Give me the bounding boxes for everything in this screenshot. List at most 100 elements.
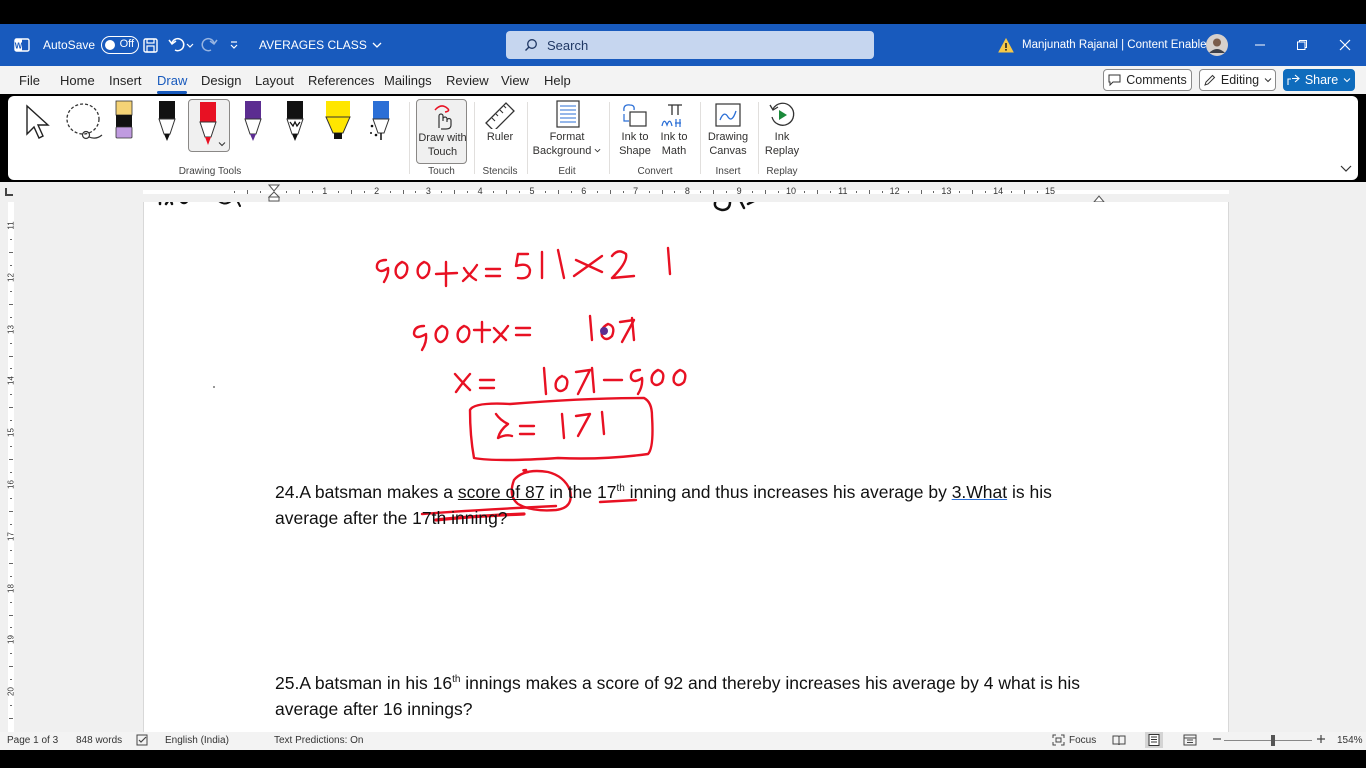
ruler-tick [933,191,935,193]
page-count[interactable]: Page 1 of 3 [7,735,58,746]
pen-galaxy[interactable] [368,100,392,147]
pencil-tool[interactable] [114,100,134,145]
ruler-tick [10,653,12,655]
document-title[interactable]: AVERAGES CLASS [259,24,382,66]
lasso-select-tool[interactable] [64,102,106,147]
ink-to-math-label-1: Ink to [660,131,688,143]
ruler-number: 7 [633,186,639,196]
warning-icon[interactable] [998,24,1014,66]
ink-line-1[interactable] [375,246,672,288]
pen-icon [199,102,217,145]
tab-review[interactable]: Review [446,73,489,88]
zoom-slider[interactable] [1224,740,1312,741]
vertical-ruler[interactable]: 11 12 13 14 15 16 17 18 19 20 [0,202,22,732]
pen-black-1[interactable] [156,100,178,147]
ruler-tick [247,190,249,194]
chevron-down-icon [1340,165,1352,172]
zoom-level[interactable]: 154% [1337,735,1363,746]
format-background-button[interactable]: Format Background [531,99,603,164]
tab-selector-icon[interactable] [5,188,13,196]
focus-mode-button[interactable]: Focus [1052,734,1096,746]
search-box[interactable]: Search [506,31,874,59]
tab-view[interactable]: View [501,73,529,88]
ruler-tick [1024,190,1026,194]
minimize-icon[interactable] [1254,24,1266,66]
ruler-button[interactable]: Ruler [478,99,522,164]
ruler-tick [10,446,12,448]
editing-mode-button[interactable]: Editing [1199,69,1276,91]
group-separator [474,102,475,174]
zoom-in-icon[interactable] [1316,733,1326,748]
avatar[interactable] [1206,24,1228,66]
ruler-number: 11 [838,186,848,196]
language[interactable]: English (India) [165,735,229,746]
ruler-tick [674,191,676,193]
ruler-tick [1037,191,1039,193]
close-icon[interactable] [1339,24,1351,66]
collapse-ribbon-button[interactable] [1340,160,1352,178]
ruler-tick [544,191,546,193]
customize-toolbar-icon[interactable] [229,24,239,66]
drawing-canvas-button[interactable]: Drawing Canvas [704,99,752,164]
share-button[interactable]: Share [1283,69,1355,91]
select-tool[interactable] [24,104,54,145]
ruler-tick [726,191,728,193]
tab-insert[interactable]: Insert [109,73,142,88]
draw-with-touch-button[interactable]: Draw with Touch [416,99,467,164]
ink-to-math-button[interactable]: Ink to Math [654,99,694,164]
tab-file[interactable]: File [19,73,40,88]
pen-black-2[interactable] [284,100,306,147]
zoom-out-icon[interactable] [1212,733,1222,748]
chevron-down-icon [1264,78,1272,83]
word-count[interactable]: 848 words [76,735,122,746]
ruler-number: 3 [425,186,431,196]
print-layout-icon[interactable] [1145,732,1163,748]
autosave-control[interactable]: AutoSave Off [43,24,140,66]
ink-line-4[interactable] [468,396,654,462]
undo-icon[interactable] [168,24,194,66]
tab-home[interactable]: Home [60,73,95,88]
comments-button[interactable]: Comments [1103,69,1192,91]
tab-layout[interactable]: Layout [255,73,294,88]
pen-red-selected[interactable] [188,99,230,152]
pen-purple[interactable] [242,100,264,147]
ink-to-shape-button[interactable]: Ink to Shape [615,99,655,164]
ruler-tick [10,627,12,629]
text-predictions[interactable]: Text Predictions: On [274,735,363,746]
restore-icon[interactable] [1296,24,1308,66]
ruler-number: 2 [374,186,380,196]
tab-mailings[interactable]: Mailings [384,73,432,88]
horizontal-ruler[interactable]: 1 2 3 4 5 6 7 8 9 10 11 12 13 14 15 [0,182,1366,203]
autosave-toggle[interactable]: Off [101,36,140,54]
ruler-number: 12 [6,272,16,282]
question-24-spell-flag[interactable]: 3.What [952,482,1007,502]
ruler-number: 10 [785,186,796,196]
user-name[interactable]: Manjunath Rajanal | Content Enablers [1022,24,1216,66]
ruler-tick [1011,191,1013,193]
web-layout-icon[interactable] [1183,734,1197,749]
question-24: 24.A batsman makes a score of 87 in the … [275,476,1095,531]
ruler-tick [350,190,352,194]
document-page[interactable]: 24.A batsman makes a score of 87 in the … [143,202,1229,732]
tab-design[interactable]: Design [201,73,241,88]
ruler-number: 19 [6,635,16,645]
highlighter-yellow[interactable] [324,100,352,147]
search-icon [525,39,537,51]
ink-layer[interactable] [144,202,1229,732]
redo-icon[interactable] [201,24,219,66]
read-mode-icon[interactable] [1112,734,1126,749]
tab-references[interactable]: References [308,73,374,88]
ruler-tick [493,191,495,193]
tab-help[interactable]: Help [544,73,571,88]
ruler-tick [10,601,12,603]
zoom-slider-thumb[interactable] [1271,735,1275,746]
proofing-icon[interactable] [136,734,149,749]
ink-line-3[interactable] [453,366,687,396]
ruler-tick [9,459,13,461]
chevron-down-icon[interactable] [218,140,226,148]
ruler-tick [415,191,417,193]
save-icon[interactable] [142,24,159,66]
tab-draw[interactable]: Draw [157,73,188,94]
ink-replay-button[interactable]: Ink Replay [760,99,804,164]
group-label-drawing-tools: Drawing Tools [178,166,242,177]
